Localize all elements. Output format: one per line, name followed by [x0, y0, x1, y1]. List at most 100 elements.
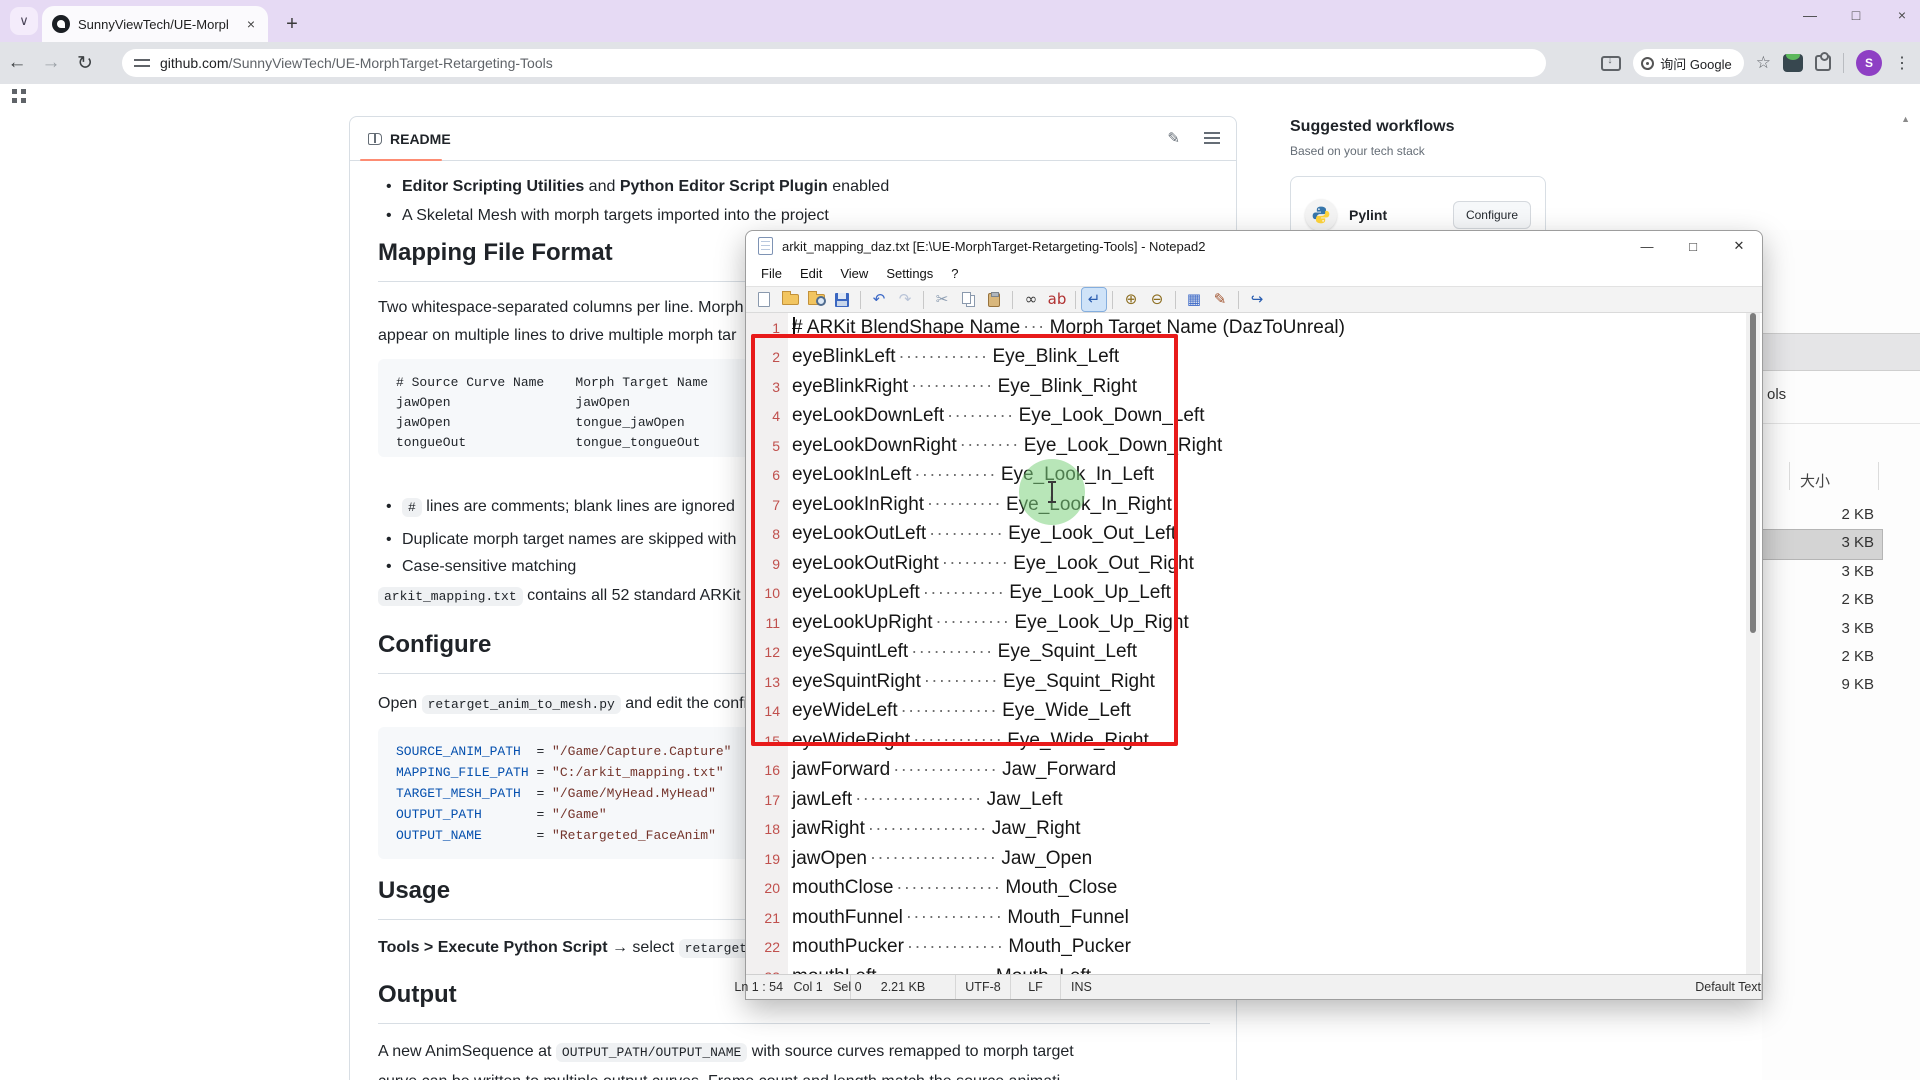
line-number: 19 — [746, 851, 788, 867]
find-icon[interactable]: ∞ — [1019, 288, 1043, 311]
file-row-size[interactable]: 3 KB — [1762, 616, 1882, 644]
replace-icon[interactable]: ab — [1045, 288, 1069, 311]
editor-line[interactable]: 19 jawOpen ················· Jaw_Open — [746, 844, 1748, 874]
url-text: github.com/SunnyViewTech/UE-MorphTarget-… — [160, 55, 553, 71]
scrollbar-thumb[interactable] — [1750, 313, 1756, 633]
toolbar-icon[interactable] — [919, 288, 928, 311]
file-row-size[interactable]: 9 KB — [1762, 672, 1882, 700]
tab-search-button[interactable]: ∨ — [10, 7, 38, 35]
word-wrap-icon[interactable]: ↵ — [1082, 288, 1106, 311]
morph-target-name: Jaw_Forward — [998, 759, 1116, 781]
morph-target-name: Mouth_Pucker — [1004, 936, 1131, 958]
extensions-puzzle-icon[interactable] — [1815, 55, 1831, 71]
close-icon[interactable]: × — [1892, 7, 1912, 23]
site-info-icon[interactable] — [134, 57, 150, 69]
extension-wallet-icon[interactable] — [1783, 54, 1803, 72]
open-file-icon[interactable] — [778, 288, 802, 311]
menu-item[interactable]: Edit — [791, 266, 831, 281]
editor-line[interactable]: 22 mouthPucker ············· Mouth_Pucke… — [746, 933, 1748, 963]
toolbar-icon[interactable] — [1171, 288, 1180, 311]
view-settings-icon[interactable]: ▦ — [1182, 288, 1206, 311]
editor-line[interactable]: 17 jawLeft ················· Jaw_Left — [746, 785, 1748, 815]
exit-icon[interactable]: ↪ — [1245, 288, 1269, 311]
toolbar-icon[interactable] — [1108, 288, 1117, 311]
edit-readme-icon[interactable]: ✎ — [1167, 129, 1180, 147]
click-indicator — [1019, 459, 1085, 525]
tab-readme[interactable]: README — [360, 125, 459, 153]
reload-button[interactable]: ↻ — [68, 46, 102, 80]
undo-icon[interactable]: ↶ — [867, 288, 891, 311]
maximize-icon[interactable]: □ — [1670, 231, 1716, 261]
editor-line[interactable]: 16 jawForward ·············· Jaw_Forward — [746, 756, 1748, 786]
new-tab-button[interactable]: + — [278, 10, 306, 38]
install-app-icon[interactable] — [1601, 56, 1621, 71]
readme-bullet: Case-sensitive matching — [402, 555, 576, 579]
forward-button[interactable]: → — [34, 46, 68, 80]
open-folder-search-icon[interactable] — [804, 288, 828, 311]
file-row-size[interactable]: 2 KB — [1762, 587, 1882, 615]
python-logo-icon — [1305, 199, 1337, 231]
menu-item[interactable]: Settings — [877, 266, 942, 281]
maximize-icon[interactable]: □ — [1846, 7, 1866, 23]
editor-line[interactable]: 18 jawRight ················ Jaw_Right — [746, 815, 1748, 845]
menu-item[interactable]: ? — [942, 266, 967, 281]
minimize-icon[interactable]: — — [1800, 7, 1820, 23]
paragraph: Two whitespace-separated columns per lin… — [378, 299, 744, 317]
toolbar-icon[interactable] — [856, 288, 865, 311]
paste-icon[interactable] — [982, 288, 1006, 311]
editor-scrollbar[interactable] — [1746, 313, 1760, 976]
paragraph: Open retarget_anim_to_mesh.py and edit t… — [378, 695, 747, 713]
file-row-size[interactable]: 3 KB — [1762, 559, 1882, 587]
close-icon[interactable]: ✕ — [1716, 231, 1762, 261]
zoom-out-icon[interactable]: ⊖ — [1145, 288, 1169, 311]
editor-line[interactable]: 20 mouthClose ·············· Mouth_Close — [746, 874, 1748, 904]
profile-avatar[interactable]: S — [1856, 50, 1882, 76]
google-lens-icon — [1641, 57, 1654, 70]
ask-google-button[interactable]: 询问 Google — [1633, 49, 1744, 77]
minimize-icon[interactable]: — — [1624, 231, 1670, 261]
save-icon[interactable] — [830, 288, 854, 311]
whitespace-dots: ················· — [852, 788, 982, 809]
apps-grid-icon[interactable] — [12, 89, 26, 103]
readme-bullet: A Skeletal Mesh with morph targets impor… — [402, 204, 829, 228]
toolbar-icon[interactable] — [1234, 288, 1243, 311]
menu-item[interactable]: View — [831, 266, 877, 281]
toolbar-right-icons: 询问 Google ☆ S ⋮ — [1601, 42, 1910, 84]
whitespace-dots: ············· — [903, 906, 1003, 927]
copy-icon[interactable] — [956, 288, 980, 311]
toolbar-icon[interactable] — [1071, 288, 1080, 311]
redo-icon[interactable]: ↷ — [893, 288, 917, 311]
line-number: 18 — [746, 821, 788, 837]
tab-close-icon[interactable]: × — [242, 16, 260, 32]
explorer-window: ols 大小 2 KB3 KB3 KB2 KB3 KB2 KB9 KB — [1762, 230, 1920, 1080]
blendshape-name: mouthClose — [788, 877, 893, 899]
outline-icon[interactable] — [1204, 132, 1220, 144]
menu-item[interactable]: File — [752, 266, 791, 281]
page-scroll-up-icon[interactable]: ▲ — [1901, 114, 1910, 124]
sidebar-subtitle: Based on your tech stack — [1290, 144, 1550, 158]
toolbar-icon[interactable] — [1008, 288, 1017, 311]
address-bar[interactable]: github.com/SunnyViewTech/UE-MorphTarget-… — [122, 49, 1546, 77]
browser-menu-icon[interactable]: ⋮ — [1894, 53, 1910, 73]
size-column-header[interactable]: 大小 — [1800, 470, 1830, 491]
toolbar-separator — [1843, 53, 1844, 73]
blendshape-name: jawLeft — [788, 789, 852, 811]
zoom-in-icon[interactable]: ⊕ — [1119, 288, 1143, 311]
browser-tab[interactable]: SunnyViewTech/UE-MorphTa × — [42, 6, 268, 42]
explorer-toolbar-band — [1762, 333, 1920, 371]
customize-schemes-icon[interactable]: ✎ — [1208, 288, 1232, 311]
tab-title: SunnyViewTech/UE-MorphTa — [78, 17, 228, 32]
editor-line[interactable]: 21 mouthFunnel ············· Mouth_Funne… — [746, 903, 1748, 933]
browser-toolbar: ← → ↻ github.com/SunnyViewTech/UE-MorphT… — [0, 42, 1920, 84]
file-row-size[interactable]: 2 KB — [1762, 644, 1882, 672]
bookmark-star-icon[interactable]: ☆ — [1756, 53, 1771, 73]
new-file-icon[interactable] — [752, 288, 776, 311]
notepad-titlebar[interactable]: arkit_mapping_daz.txt [E:\UE-MorphTarget… — [746, 231, 1762, 261]
back-button[interactable]: ← — [0, 46, 34, 80]
cut-icon[interactable]: ✂ — [930, 288, 954, 311]
configure-workflow-button[interactable]: Configure — [1453, 201, 1531, 229]
notepad-statusbar: Ln 1 : 54 Col 1 Sel 02.21 KBUTF-8LFINSDe… — [746, 974, 1762, 999]
notepad-title: arkit_mapping_daz.txt [E:\UE-MorphTarget… — [782, 239, 1205, 254]
file-row-size[interactable]: 2 KB — [1762, 502, 1882, 530]
file-row-size[interactable]: 3 KB — [1762, 530, 1882, 558]
